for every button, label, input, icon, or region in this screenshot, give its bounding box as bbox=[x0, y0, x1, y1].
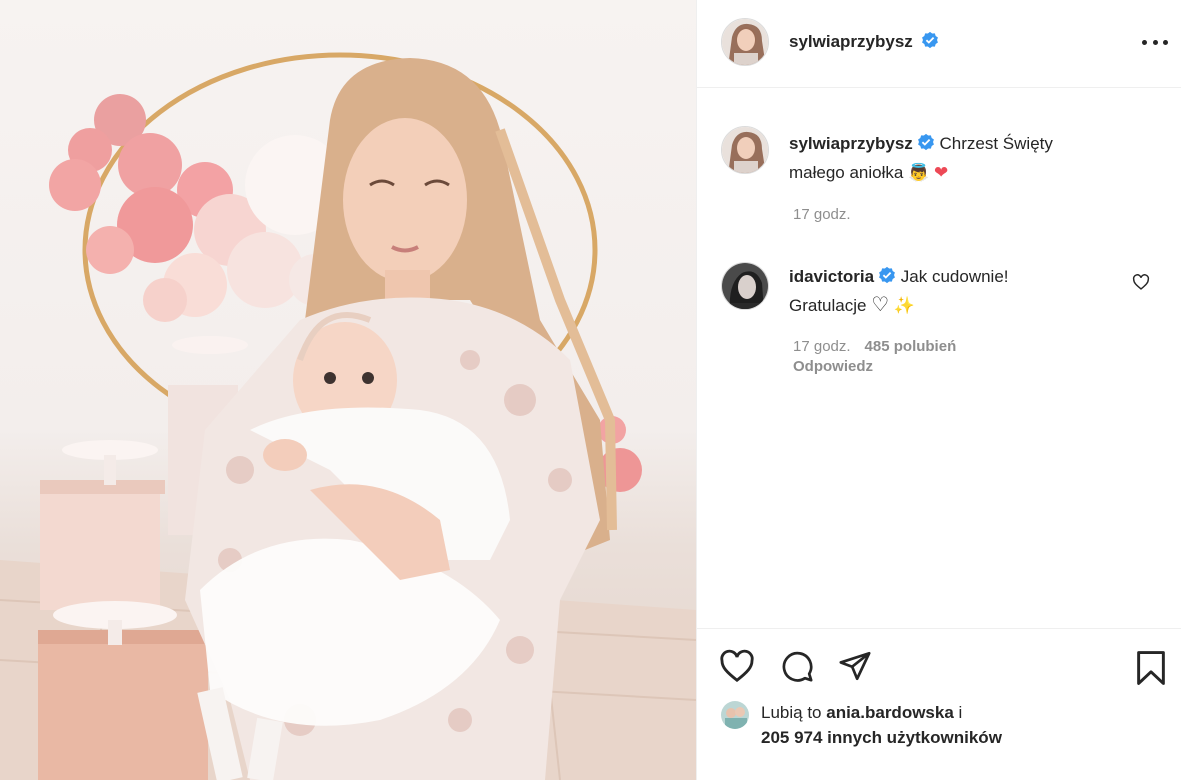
comment-text: idavictoria Jak cudownie! Gratulacje ♡ ✨ bbox=[789, 263, 1119, 319]
dot bbox=[1142, 39, 1147, 45]
white-heart-emoji-icon: ♡ bbox=[871, 294, 890, 316]
post-actions: Lubią to ania.bardowska i 205 974 innych… bbox=[697, 628, 1181, 780]
red-heart-emoji-icon: ❤ bbox=[934, 163, 949, 182]
dot bbox=[1152, 39, 1158, 45]
comment-bubble-icon[interactable] bbox=[779, 649, 815, 688]
reply-button[interactable]: Odpowiedz bbox=[793, 358, 873, 375]
like-heart-icon[interactable] bbox=[719, 649, 755, 688]
likes-prefix: Lubią to bbox=[761, 703, 822, 722]
avatar-image bbox=[722, 19, 768, 65]
save-bookmark-icon[interactable] bbox=[1134, 649, 1168, 692]
commenter-username[interactable]: idavictoria bbox=[789, 267, 874, 286]
caption-author-username[interactable]: sylwiaprzybysz bbox=[789, 134, 913, 153]
more-options-icon[interactable] bbox=[1142, 32, 1168, 52]
share-paper-plane-icon[interactable] bbox=[837, 649, 873, 688]
likes-line-1: Lubią to ania.bardowska i bbox=[761, 699, 962, 727]
verified-badge-icon bbox=[921, 31, 939, 54]
author-avatar[interactable] bbox=[721, 18, 769, 66]
caption-line-2: małego aniołka bbox=[789, 163, 904, 182]
author-username[interactable]: sylwiaprzybysz bbox=[789, 32, 913, 51]
liker-username[interactable]: ania.bardowska bbox=[826, 703, 954, 722]
likes-others-count[interactable]: 205 974 innych użytkowników bbox=[761, 724, 1002, 752]
caption-timestamp[interactable]: 17 godz. bbox=[793, 206, 851, 223]
comment-time[interactable]: 17 godz. bbox=[793, 338, 851, 355]
avatar-image bbox=[721, 701, 749, 729]
avatar-image bbox=[722, 263, 768, 309]
author-name-row: sylwiaprzybysz bbox=[789, 31, 939, 54]
photo-illustration bbox=[0, 52, 696, 780]
verified-badge-icon bbox=[878, 265, 896, 292]
comment-line-1: Jak cudownie! bbox=[900, 267, 1009, 286]
caption-time[interactable]: 17 godz. bbox=[793, 206, 851, 223]
sparkles-emoji-icon: ✨ bbox=[893, 296, 916, 315]
comment-line-2: Gratulacje bbox=[789, 296, 867, 315]
commenter-avatar[interactable] bbox=[721, 262, 769, 310]
comment-meta: 17 godz. 485 polubień bbox=[793, 338, 956, 355]
likes-connector: i bbox=[958, 703, 963, 722]
comment-likes-count[interactable]: 485 polubień bbox=[865, 338, 957, 355]
caption-author-avatar[interactable] bbox=[721, 126, 769, 174]
post-side-panel: sylwiaprzybysz sylwiaprzybysz Chrzest Św… bbox=[696, 0, 1181, 780]
avatar-image bbox=[722, 127, 768, 173]
caption-text: sylwiaprzybysz Chrzest Święty małego ani… bbox=[789, 130, 1119, 186]
verified-badge-icon bbox=[917, 132, 935, 159]
comment-like-heart-icon[interactable] bbox=[1132, 274, 1150, 295]
post-header: sylwiaprzybysz bbox=[697, 0, 1181, 88]
post-photo[interactable] bbox=[0, 0, 696, 780]
liker-avatar[interactable] bbox=[721, 701, 749, 729]
comments-list: sylwiaprzybysz Chrzest Święty małego ani… bbox=[697, 88, 1181, 628]
dot bbox=[1163, 39, 1168, 45]
caption-line-1: Chrzest Święty bbox=[939, 134, 1053, 153]
angel-emoji-icon: 👼 bbox=[908, 163, 930, 182]
